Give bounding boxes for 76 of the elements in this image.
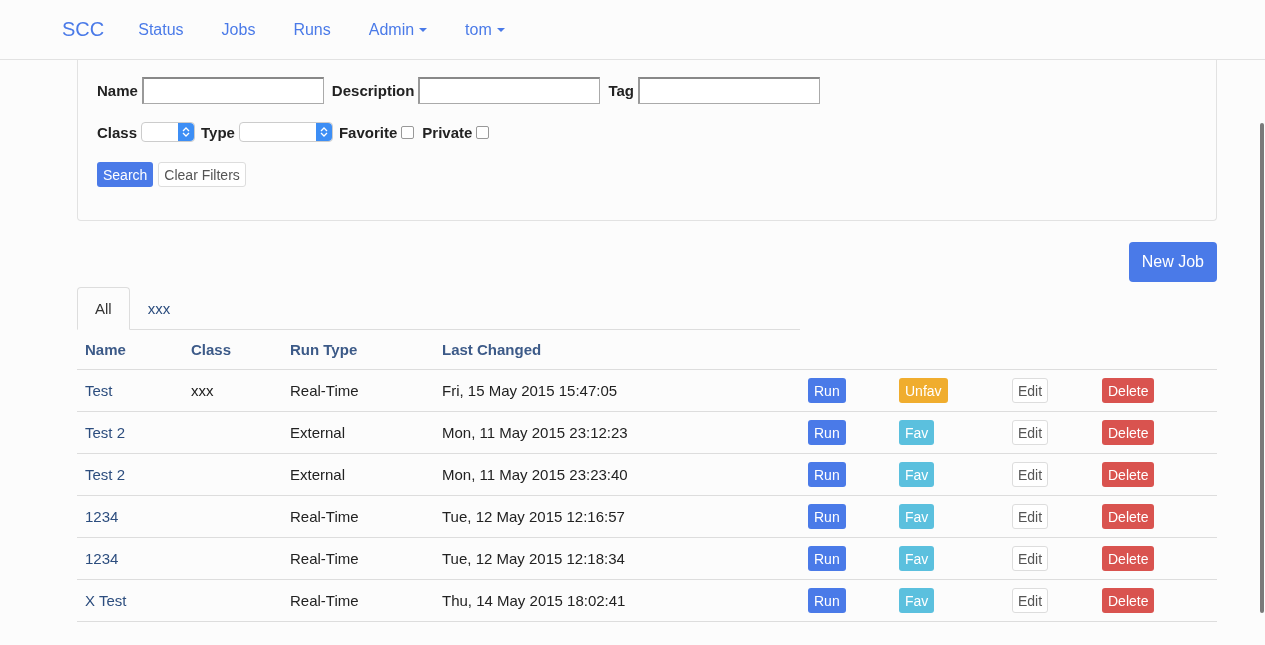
scrollbar[interactable] [1260,123,1264,613]
delete-button[interactable]: Delete [1102,420,1155,445]
table-cell: Mon, 11 May 2015 23:23:40 [442,466,628,483]
clear-filters-button[interactable]: Clear Filters [158,162,246,187]
nav-link[interactable]: Jobs [221,20,256,39]
edit-button[interactable]: Edit [1012,504,1049,529]
edit-button[interactable]: Edit [1012,420,1049,445]
favorite-button[interactable]: Fav [899,462,935,487]
job-name-link[interactable]: Test [85,382,113,399]
favorite-button[interactable]: Fav [899,504,935,529]
checkbox[interactable] [401,125,415,139]
edit-button[interactable]: Edit [1012,462,1049,487]
column-header[interactable]: Last Changed [442,341,542,358]
run-button[interactable]: Run [808,504,846,529]
field-label: Favorite [338,123,398,141]
delete-button[interactable]: Delete [1102,378,1155,403]
field-label: Description [331,81,415,99]
nav-link[interactable]: Status [138,20,184,39]
table-cell: Thu, 14 May 2015 18:02:41 [442,592,626,609]
up-down-arrows-icon[interactable] [315,123,332,141]
search-button[interactable]: Search [97,162,154,187]
column-header[interactable]: Class [191,341,232,358]
table-cell: Tue, 12 May 2015 12:18:34 [442,550,625,567]
favorite-button[interactable]: Fav [899,546,935,571]
tab[interactable]: xxx [129,287,189,330]
tab[interactable]: All [77,287,130,330]
job-name-link[interactable]: Test 2 [85,424,126,441]
select-dropdown[interactable] [238,122,333,142]
table-cell: Real-Time [290,508,359,525]
delete-button[interactable]: Delete [1102,504,1155,529]
select-dropdown[interactable] [141,122,196,142]
table-cell: External [290,424,346,441]
favorite-button[interactable]: Fav [899,420,935,445]
run-button[interactable]: Run [808,378,846,403]
caret-icon [496,27,505,32]
job-name-link[interactable]: X Test [85,592,127,609]
run-button[interactable]: Run [808,420,846,445]
new-job-button[interactable]: New Job [1128,242,1217,282]
run-button[interactable]: Run [808,588,846,613]
dropdown-menu-link[interactable]: Admin [368,20,428,39]
table-cell: External [290,466,346,483]
field-label: Name [97,81,138,99]
field-label: Tag [608,81,634,99]
table-cell: Mon, 11 May 2015 23:12:23 [442,424,628,441]
table-cell: Real-Time [290,550,359,567]
delete-button[interactable]: Delete [1102,462,1155,487]
job-name-link[interactable]: 1234 [85,550,119,567]
column-header[interactable]: Name [85,341,126,358]
field-label: Type [201,123,235,141]
edit-button[interactable]: Edit [1012,378,1049,403]
table-cell: Tue, 12 May 2015 12:16:57 [442,508,625,525]
up-down-arrows-icon[interactable] [178,123,195,141]
edit-button[interactable]: Edit [1012,588,1049,613]
caret-icon [419,27,428,32]
dropdown-menu-link[interactable]: tom [465,20,505,39]
table-cell: Real-Time [290,382,359,399]
delete-button[interactable]: Delete [1102,588,1155,613]
favorite-button[interactable]: Fav [899,588,935,613]
field-label: Private [422,123,473,141]
brand-link[interactable]: SCC [62,18,105,41]
run-button[interactable]: Run [808,546,846,571]
checkbox[interactable] [476,125,490,139]
text-field[interactable] [141,76,324,104]
table-cell: Fri, 15 May 2015 15:47:05 [442,382,618,399]
job-name-link[interactable]: 1234 [85,508,119,525]
text-field[interactable] [418,76,601,104]
run-button[interactable]: Run [808,462,846,487]
column-header[interactable]: Run Type [290,341,358,358]
text-field[interactable] [637,76,820,104]
job-name-link[interactable]: Test 2 [85,466,126,483]
nav-link[interactable]: Runs [293,20,331,39]
edit-button[interactable]: Edit [1012,546,1049,571]
delete-button[interactable]: Delete [1102,546,1155,571]
table-cell: Real-Time [290,592,359,609]
table-cell: xxx [191,382,214,399]
field-label: Class [97,123,138,141]
